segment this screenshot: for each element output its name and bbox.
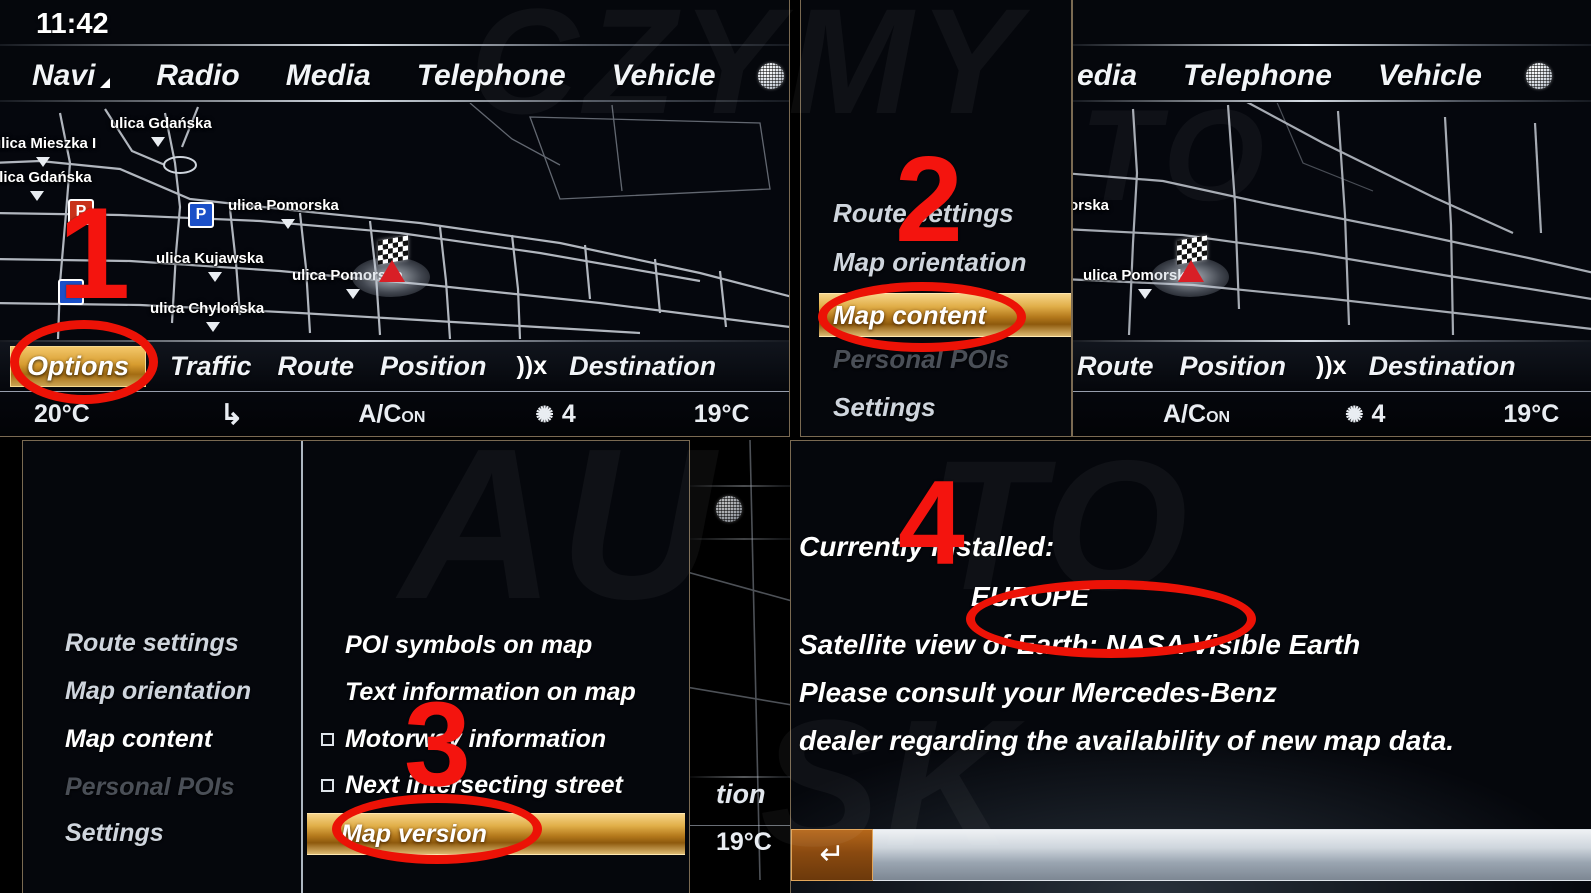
street-label-mieszka: ulica Mieszka I: [0, 135, 97, 152]
street-chevron: [36, 157, 50, 167]
menu-bottom-hairline: [0, 100, 789, 102]
ac-state-text: ON: [401, 409, 426, 426]
nav-button-route[interactable]: Route: [278, 351, 355, 382]
street-chevron: [151, 137, 165, 147]
submenu-item-motorway-information[interactable]: Motorway information: [345, 725, 606, 754]
street-label-chylonska: ulica Chylońska: [150, 300, 265, 317]
nav-button-route-right[interactable]: Route: [1077, 351, 1154, 382]
clock: 11:42: [36, 8, 109, 40]
nav-button-destination[interactable]: Destination: [569, 351, 716, 382]
vehicle-position-marker: [379, 260, 405, 282]
globe-icon[interactable]: [757, 63, 784, 89]
climate-fan-level-right: 4: [1371, 400, 1386, 428]
map-version-consult-line: Please consult your Mercedes-Benz: [799, 677, 1277, 708]
panel-navigation-map-right: edia Telephone Vehicle orska ulica Pomor…: [1072, 0, 1591, 437]
checkbox-motorway-information[interactable]: [321, 733, 334, 746]
climate-left-temperature[interactable]: 20°C: [34, 400, 90, 429]
navi-submenu-arrow: [100, 78, 111, 88]
annotation-step-1: 1: [58, 180, 131, 326]
annotation-step-3: 3: [404, 677, 471, 811]
submenu-item-poi-symbols[interactable]: POI symbols on map: [345, 631, 592, 660]
menu-item-radio[interactable]: Radio: [156, 59, 239, 93]
submenu-left-column: Route settings Map orientation Map conte…: [23, 441, 301, 893]
street-label-orska-partial: orska: [1073, 197, 1110, 214]
main-menu-bar-right: edia Telephone Vehicle: [1073, 52, 1591, 100]
sound-wave-ear-icon[interactable]: ))x: [1316, 352, 1347, 381]
menu-item-telephone-right[interactable]: Telephone: [1183, 59, 1332, 93]
main-menu-bar: Navi Radio Media Telephone Vehicle: [0, 52, 789, 100]
checkbox-next-intersecting-street[interactable]: [321, 779, 334, 792]
annotation-ellipse-europe: [966, 580, 1256, 658]
top-hairline-right: [1073, 44, 1591, 46]
street-label-gdanska-top: ulica Gdańska: [110, 115, 212, 132]
street-chevron: [30, 191, 44, 201]
options-item-settings-2[interactable]: Settings: [65, 819, 164, 848]
street-chevron: [206, 322, 220, 332]
options-item-personal-pois-2: Personal POIs: [65, 773, 235, 801]
navi-function-bar-right: Route Position ))x Destination: [1073, 342, 1591, 390]
menu-item-vehicle-right[interactable]: Vehicle: [1378, 59, 1482, 93]
street-chevron: [208, 272, 222, 282]
options-item-map-content-2[interactable]: Map content: [65, 725, 212, 754]
map-canvas-right[interactable]: orska ulica Pomorska: [1073, 103, 1591, 339]
menu-item-media-partial[interactable]: edia: [1077, 59, 1137, 93]
climate-ac-label-right[interactable]: A/CON: [1163, 400, 1230, 429]
climate-ac-label[interactable]: A/CON: [358, 400, 425, 429]
ac-text: A/C: [1163, 400, 1207, 428]
nav-button-position[interactable]: Position: [380, 351, 487, 382]
options-item-settings[interactable]: Settings: [833, 392, 936, 423]
submenu-item-text-information[interactable]: Text information on map: [345, 678, 636, 707]
footer-bar: ↵: [791, 829, 1591, 881]
footer-silver-bar: [873, 829, 1591, 881]
vehicle-position-marker: [1178, 260, 1204, 282]
annotation-ellipse-map-content: [818, 282, 1026, 352]
menu-item-navi[interactable]: Navi: [32, 59, 95, 93]
nav-button-destination-right[interactable]: Destination: [1369, 351, 1516, 382]
fan-icon[interactable]: ✺: [1345, 402, 1363, 428]
ac-text: A/C: [358, 400, 402, 428]
back-arrow-icon: ↵: [819, 838, 845, 871]
nav-button-position-right[interactable]: Position: [1180, 351, 1287, 382]
globe-icon[interactable]: [1525, 63, 1552, 89]
street-chevron: [1138, 289, 1152, 299]
map-roads-right: [1073, 103, 1591, 336]
street-chevron: [281, 219, 295, 229]
sound-wave-ear-icon[interactable]: ))x: [517, 352, 548, 381]
ghost-nav-partial: tion: [716, 779, 766, 809]
climate-right-temperature[interactable]: 19°C: [694, 400, 750, 429]
street-label-pomorska: ulica Pomorska: [228, 197, 339, 214]
options-item-map-orientation-2[interactable]: Map orientation: [65, 677, 251, 706]
ghost-temperature: 19°C: [716, 828, 772, 856]
menu-item-media[interactable]: Media: [286, 59, 371, 93]
fan-icon[interactable]: ✺: [535, 402, 553, 428]
ac-state-text: ON: [1206, 409, 1231, 426]
climate-right-temperature-right[interactable]: 19°C: [1503, 400, 1559, 429]
submenu-item-next-intersecting-street[interactable]: Next intersecting street: [345, 771, 623, 800]
menu-item-vehicle[interactable]: Vehicle: [612, 59, 716, 93]
annotation-step-4: 4: [898, 456, 965, 590]
seat-heating-icon[interactable]: ↳: [220, 398, 243, 431]
back-button[interactable]: ↵: [791, 829, 873, 881]
top-hairline: [0, 44, 789, 46]
nav-button-traffic[interactable]: Traffic: [170, 351, 252, 382]
parking-icon-2[interactable]: P: [188, 202, 214, 228]
annotation-step-2: 2: [895, 131, 963, 267]
menu-bottom-hairline-right: [1073, 100, 1591, 102]
options-item-route-settings-2[interactable]: Route settings: [65, 629, 239, 658]
street-chevron: [346, 289, 360, 299]
annotation-ellipse-options: [10, 320, 158, 404]
climate-fan-level: 4: [561, 400, 576, 428]
climate-bar-right: A/CON ✺ 4 19°C: [1073, 392, 1591, 436]
menu-item-telephone[interactable]: Telephone: [417, 59, 566, 93]
street-label-kujawska: ulica Kujawska: [156, 250, 264, 267]
